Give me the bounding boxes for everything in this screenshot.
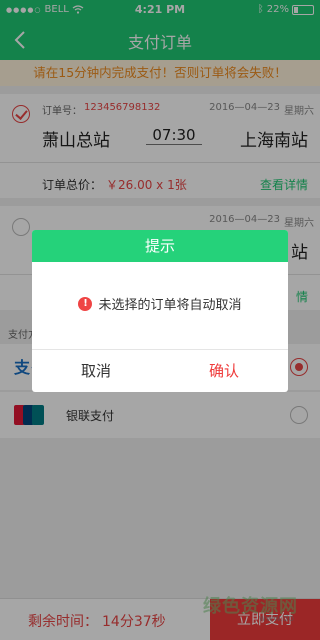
dialog-message-text: 未选择的订单将自动取消 — [98, 298, 242, 313]
dialog-message: ! 未选择的订单将自动取消 — [32, 294, 288, 313]
cancel-button[interactable]: 取消 — [32, 350, 160, 392]
alert-dialog: 提示 ! 未选择的订单将自动取消 取消 确认 — [32, 230, 288, 392]
exclamation-icon: ! — [78, 296, 93, 311]
confirm-button[interactable]: 确认 — [160, 350, 288, 392]
dialog-title: 提示 — [32, 230, 288, 262]
